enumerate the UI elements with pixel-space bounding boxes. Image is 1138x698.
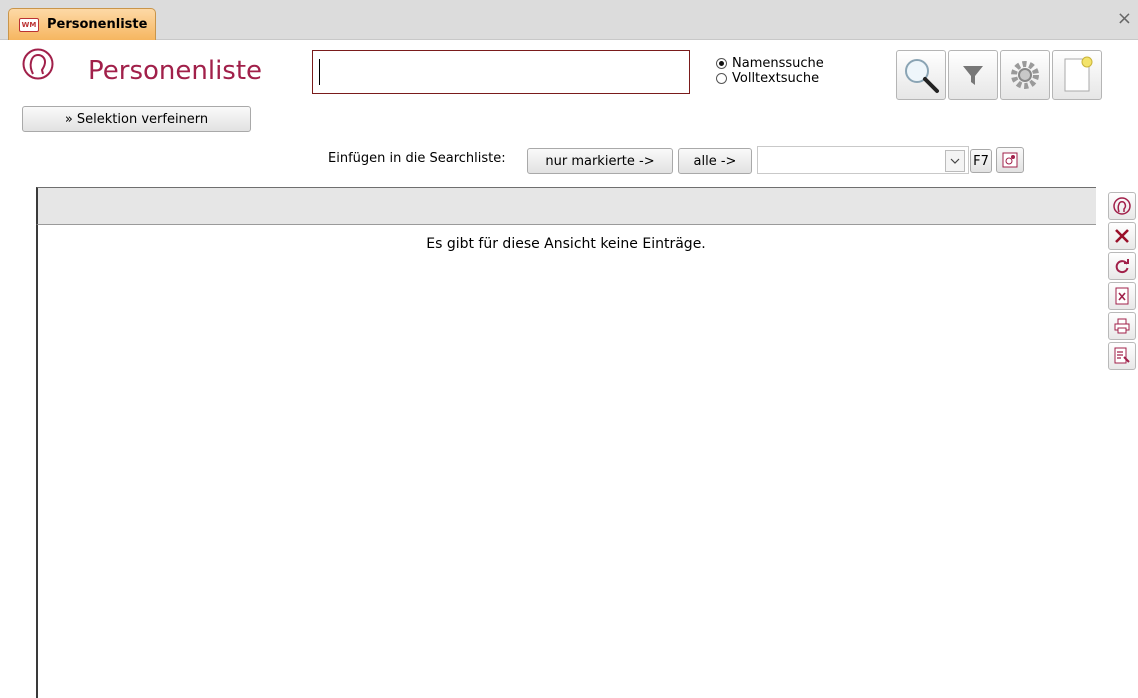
radio-button-selected[interactable] xyxy=(716,58,727,69)
search-button[interactable] xyxy=(896,50,946,100)
result-list[interactable] xyxy=(36,187,1096,698)
print-icon xyxy=(1114,318,1130,334)
settings-button[interactable] xyxy=(1000,50,1050,100)
list-header xyxy=(36,187,1096,225)
side-delete-button[interactable] xyxy=(1108,222,1136,250)
close-icon[interactable]: × xyxy=(1117,10,1132,28)
radio-label: Namenssuche xyxy=(732,56,824,71)
radio-button[interactable] xyxy=(716,73,727,84)
text-caret xyxy=(319,59,320,85)
search-mode-group: Namenssuche Volltextsuche xyxy=(716,56,824,86)
person-icon xyxy=(1113,197,1131,215)
toolbar xyxy=(896,50,1102,100)
filter-button[interactable] xyxy=(948,50,998,100)
report-icon xyxy=(1114,347,1130,364)
side-print-button[interactable] xyxy=(1108,312,1136,340)
tab-label: Personenliste xyxy=(47,17,148,32)
insert-marked-button[interactable]: nur markierte -> xyxy=(527,148,673,174)
f7-button[interactable]: F7 xyxy=(970,149,992,173)
search-list-icon xyxy=(1002,152,1018,168)
side-refresh-button[interactable] xyxy=(1108,252,1136,280)
person-head-icon xyxy=(22,48,54,80)
search-list-action-button[interactable] xyxy=(996,147,1024,173)
new-document-icon xyxy=(1064,56,1093,92)
tab-strip xyxy=(0,0,1138,40)
side-report-button[interactable] xyxy=(1108,342,1136,370)
side-export-button[interactable] xyxy=(1108,282,1136,310)
app-logo-icon: WM xyxy=(19,17,39,32)
refine-selection-button[interactable]: » Selektion verfeinern xyxy=(22,106,251,132)
insert-label: Einfügen in die Searchliste: xyxy=(328,151,506,166)
export-excel-icon xyxy=(1115,287,1129,305)
settings-gear-icon xyxy=(1011,61,1039,89)
side-person-button[interactable] xyxy=(1108,192,1136,220)
searchlist-combo[interactable] xyxy=(757,146,969,174)
empty-message: Es gibt für diese Ansicht keine Einträge… xyxy=(426,236,706,252)
search-input[interactable] xyxy=(312,50,690,94)
filter-funnel-icon xyxy=(963,66,983,85)
chevron-down-icon[interactable] xyxy=(945,150,965,172)
radio-label: Volltextsuche xyxy=(732,71,820,86)
search-magnifier-icon xyxy=(905,59,939,93)
tab-personenliste[interactable]: WM Personenliste xyxy=(8,8,156,40)
radio-namenssuche[interactable]: Namenssuche xyxy=(716,56,824,71)
insert-all-button[interactable]: alle -> xyxy=(678,148,752,174)
radio-volltextsuche[interactable]: Volltextsuche xyxy=(716,71,824,86)
refresh-icon xyxy=(1115,259,1129,274)
delete-x-icon xyxy=(1115,229,1129,243)
page-title: Personenliste xyxy=(88,56,263,86)
new-document-button[interactable] xyxy=(1052,50,1102,100)
